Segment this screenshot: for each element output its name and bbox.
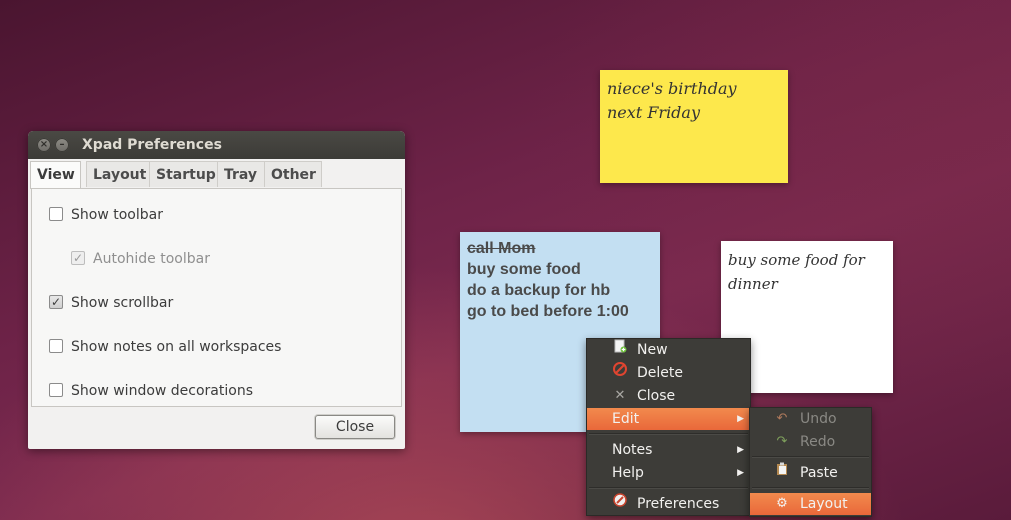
menu-item-edit[interactable]: Edit ▶ [587, 408, 750, 430]
checkbox-show-window-decorations[interactable] [49, 383, 63, 397]
window-close-icon[interactable]: × [37, 138, 51, 152]
tab-tray[interactable]: Tray [217, 161, 265, 187]
submenu-arrow-icon: ▶ [737, 468, 744, 478]
submenu-arrow-icon: ▶ [737, 414, 744, 424]
menu-item-undo[interactable]: ↶ Undo [750, 408, 871, 430]
paste-icon [775, 462, 789, 484]
checkbox-show-toolbar[interactable] [49, 207, 63, 221]
note-yellow[interactable]: niece's birthday next Friday [600, 70, 788, 183]
dialog-title: Xpad Preferences [82, 137, 222, 153]
menu-item-label: Paste [800, 465, 838, 481]
menu-item-label: Delete [637, 365, 683, 381]
submenu-arrow-icon: ▶ [737, 445, 744, 455]
checkbox-show-scrollbar[interactable]: ✓ [49, 295, 63, 309]
note-line: dinner [728, 275, 778, 293]
option-label: Autohide toolbar [93, 251, 210, 267]
delete-icon [613, 362, 627, 384]
note-line: niece's birthday [607, 79, 737, 98]
menu-separator [752, 456, 869, 458]
new-note-icon [613, 339, 627, 361]
menu-item-label: Undo [800, 411, 837, 427]
option-label: Show window decorations [71, 383, 253, 399]
dialog-titlebar[interactable]: × – Xpad Preferences [28, 131, 405, 159]
menu-item-help[interactable]: Help ▶ [587, 462, 750, 484]
menu-item-redo[interactable]: ↷ Redo [750, 431, 871, 453]
menu-item-paste[interactable]: Paste [750, 462, 871, 484]
tab-view[interactable]: View [30, 161, 81, 188]
menu-item-label: Edit [612, 411, 640, 427]
preferences-icon [613, 493, 627, 515]
menu-separator [589, 433, 748, 435]
tab-layout[interactable]: Layout [86, 161, 150, 187]
menu-item-label: Notes [612, 442, 653, 458]
note-line: buy some food [467, 261, 581, 278]
checkbox-autohide-toolbar[interactable]: ✓ [71, 251, 85, 265]
note-line: call Mom [467, 240, 536, 257]
preferences-dialog: × – Xpad Preferences View Layout Startup… [28, 131, 405, 449]
menu-item-label: Layout [800, 496, 848, 512]
menu-item-label: New [637, 342, 668, 358]
menu-item-label: Close [637, 388, 676, 404]
menu-item-label: Help [612, 465, 644, 481]
close-button[interactable]: Close [315, 415, 395, 439]
menu-item-preferences[interactable]: Preferences [587, 493, 750, 515]
menu-item-notes[interactable]: Notes ▶ [587, 439, 750, 461]
menu-separator [752, 487, 869, 489]
option-label: Show notes on all workspaces [71, 339, 282, 355]
tab-other[interactable]: Other [264, 161, 322, 187]
view-tab-panel: Show toolbar ✓ Autohide toolbar ✓ Show s… [31, 188, 402, 407]
undo-icon: ↶ [776, 411, 788, 426]
menu-separator [589, 487, 748, 489]
option-label: Show toolbar [71, 207, 163, 223]
note-line: go to bed before 1:00 [467, 303, 629, 320]
note-line: do a backup for hb [467, 282, 611, 299]
note-context-menu: New Delete ✕ Close Edit ▶ Notes ▶ Help ▶… [586, 338, 751, 516]
note-line: buy some food for [728, 251, 865, 269]
menu-item-layout[interactable]: ⚙ Layout [750, 493, 871, 515]
note-line: next Friday [607, 103, 700, 122]
option-label: Show scrollbar [71, 295, 174, 311]
menu-item-label: Redo [800, 434, 836, 450]
menu-item-label: Preferences [637, 496, 720, 512]
tab-bar: View Layout Startup Tray Other [30, 161, 348, 189]
tab-startup[interactable]: Startup [149, 161, 218, 187]
window-minimize-icon[interactable]: – [55, 138, 69, 152]
gear-icon: ⚙ [776, 496, 788, 511]
edit-submenu: ↶ Undo ↷ Redo Paste ⚙ Layout [749, 407, 872, 517]
menu-item-delete[interactable]: Delete [587, 362, 750, 384]
redo-icon: ↷ [776, 434, 788, 449]
close-icon: ✕ [614, 388, 626, 403]
checkbox-show-notes-all-workspaces[interactable] [49, 339, 63, 353]
menu-item-new[interactable]: New [587, 339, 750, 361]
menu-item-close[interactable]: ✕ Close [587, 385, 750, 407]
